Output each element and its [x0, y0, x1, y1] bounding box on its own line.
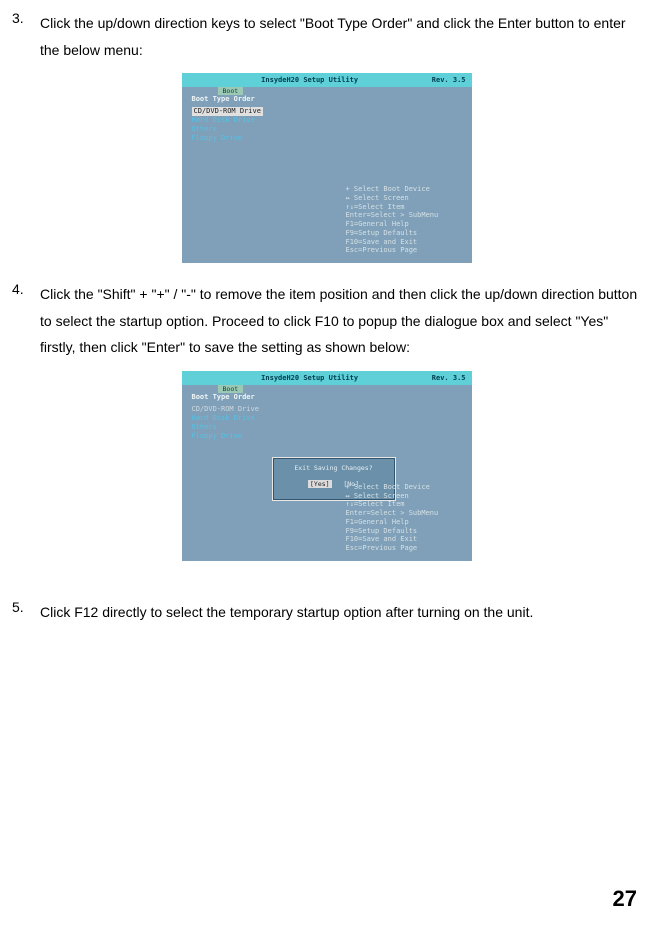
boot-option: Hard Disk Drive — [192, 116, 466, 125]
help-line: F1=General Help — [346, 220, 466, 229]
list-number: 4. — [12, 281, 40, 361]
bios-utility-title: InsydeH20 Setup Utility — [261, 374, 358, 382]
bios-screen: InsydeH20 Setup Utility Rev. 3.5 Boot Bo… — [182, 371, 472, 561]
bios-body: Boot Type Order CD/DVD-ROM Drive Hard Di… — [182, 385, 472, 447]
bios-section-header: Boot Type Order — [192, 95, 466, 103]
list-number: 5. — [12, 599, 40, 626]
list-number: 3. — [12, 10, 40, 63]
boot-option: Floppy Drive — [192, 432, 466, 441]
boot-option-selected: CD/DVD-ROM Drive — [192, 107, 466, 116]
bios-screenshot-1: InsydeH20 Setup Utility Rev. 3.5 Boot Bo… — [12, 73, 641, 263]
boot-option: Others — [192, 423, 466, 432]
help-line: + Select Boot Device — [346, 185, 466, 194]
dialog-title: Exit Saving Changes? — [273, 464, 395, 472]
bios-utility-title: InsydeH20 Setup Utility — [261, 76, 358, 84]
help-line: ↔ Select Screen — [346, 492, 466, 501]
boot-option: Hard Disk Drive — [192, 414, 466, 423]
bios-rev: Rev. 3.5 — [432, 76, 466, 84]
list-item-4: 4. Click the "Shift" + "+" / "-" to remo… — [12, 281, 641, 361]
dialog-yes-button[interactable]: [Yes] — [308, 480, 332, 488]
help-line: Esc=Previous Page — [346, 544, 466, 553]
help-line: F1=General Help — [346, 518, 466, 527]
boot-option: Others — [192, 125, 466, 134]
bios-tab: Boot — [218, 385, 244, 393]
list-text: Click F12 directly to select the tempora… — [40, 599, 641, 626]
help-line: Enter=Select > SubMenu — [346, 211, 466, 220]
bios-help-panel: + Select Boot Device ↔ Select Screen ↑↓=… — [346, 483, 466, 553]
bios-section-header: Boot Type Order — [192, 393, 466, 401]
bios-rev: Rev. 3.5 — [432, 374, 466, 382]
boot-option: CD/DVD-ROM Drive — [192, 405, 466, 414]
boot-option: Floppy Drive — [192, 134, 466, 143]
bios-body: Boot Type Order CD/DVD-ROM Drive Hard Di… — [182, 87, 472, 149]
help-line: F9=Setup Defaults — [346, 527, 466, 536]
help-line: Esc=Previous Page — [346, 246, 466, 255]
help-line: Enter=Select > SubMenu — [346, 509, 466, 518]
list-text: Click the up/down direction keys to sele… — [40, 10, 641, 63]
page-number: 27 — [12, 886, 641, 912]
list-item-5: 5. Click F12 directly to select the temp… — [12, 599, 641, 626]
list-item-3: 3. Click the up/down direction keys to s… — [12, 10, 641, 63]
help-line: + Select Boot Device — [346, 483, 466, 492]
bios-tab: Boot — [218, 87, 244, 95]
help-line: F10=Save and Exit — [346, 238, 466, 247]
help-line: ↑↓=Select Item — [346, 500, 466, 509]
help-line: F9=Setup Defaults — [346, 229, 466, 238]
bios-titlebar: InsydeH20 Setup Utility Rev. 3.5 — [182, 73, 472, 87]
help-line: ↔ Select Screen — [346, 194, 466, 203]
help-line: ↑↓=Select Item — [346, 203, 466, 212]
bios-screen: InsydeH20 Setup Utility Rev. 3.5 Boot Bo… — [182, 73, 472, 263]
list-text: Click the "Shift" + "+" / "-" to remove … — [40, 281, 641, 361]
bios-titlebar: InsydeH20 Setup Utility Rev. 3.5 — [182, 371, 472, 385]
help-line: F10=Save and Exit — [346, 535, 466, 544]
bios-help-panel: + Select Boot Device ↔ Select Screen ↑↓=… — [346, 185, 466, 255]
bios-screenshot-2: InsydeH20 Setup Utility Rev. 3.5 Boot Bo… — [12, 371, 641, 561]
